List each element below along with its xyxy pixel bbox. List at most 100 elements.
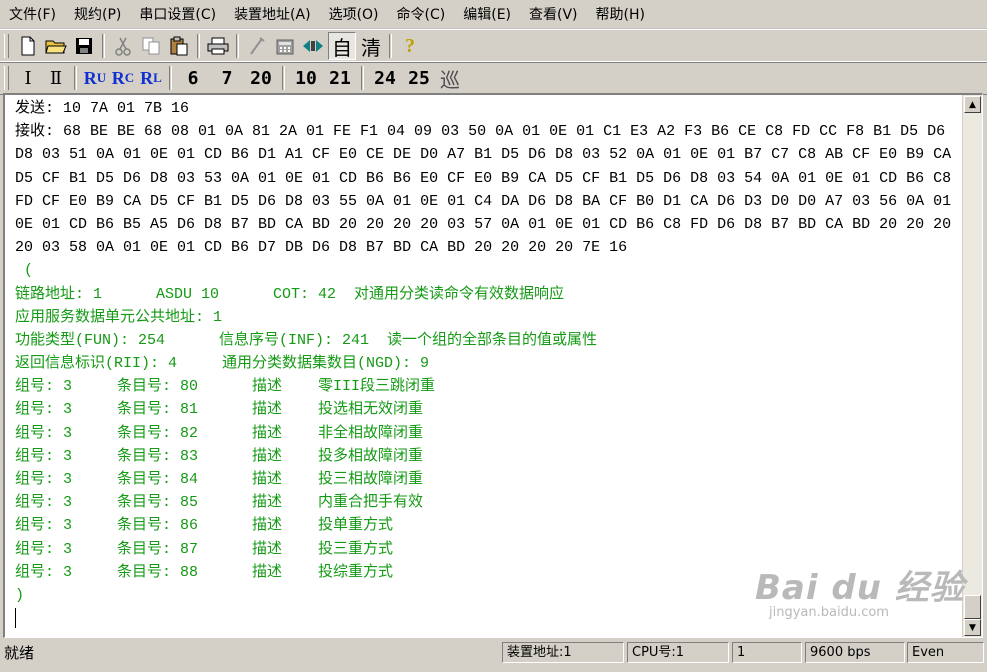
scroll-down-arrow[interactable]: ▼ bbox=[964, 619, 981, 636]
open-file-button[interactable] bbox=[43, 33, 69, 59]
rl-main: R bbox=[140, 67, 154, 88]
toolbar-separator bbox=[389, 34, 392, 58]
toolbar-separator bbox=[197, 34, 200, 58]
rl-sub: L bbox=[153, 70, 162, 85]
receive-line: 20 03 58 0A 01 0E 01 CD B6 D7 DB D6 D8 B… bbox=[15, 239, 628, 257]
main-toolbar: 自 清 ? bbox=[0, 29, 987, 63]
parsed-line: 应用服务数据单元公共地址: 1 bbox=[15, 308, 223, 326]
auto-button[interactable]: 自 bbox=[328, 32, 356, 60]
help-button[interactable]: ? bbox=[397, 33, 423, 59]
command-24-button[interactable]: 24 bbox=[369, 65, 401, 91]
menu-help[interactable]: 帮助(H) bbox=[587, 4, 654, 24]
command-toolbar: Ⅰ Ⅱ RU RC RL 6 7 20 10 21 24 25 巡 bbox=[0, 61, 987, 95]
command-6-button[interactable]: 6 bbox=[177, 65, 209, 91]
entry-line: 组号: 3 条目号: 84 描述 投三相故障闭重 bbox=[15, 471, 424, 488]
i-button[interactable]: Ⅰ bbox=[15, 65, 41, 91]
rc-button[interactable]: RC bbox=[110, 65, 136, 91]
toolbar-separator bbox=[236, 34, 239, 58]
copy-icon bbox=[142, 37, 160, 55]
cut-button[interactable] bbox=[110, 33, 136, 59]
receive-line: 接收: 68 BE BE 68 08 01 0A 81 2A 01 FE F1 … bbox=[15, 123, 946, 141]
patrol-icon: 巡 bbox=[440, 67, 460, 92]
ru-sub: U bbox=[96, 70, 107, 85]
entry-line: 组号: 3 条目号: 81 描述 投选相无效闭重 bbox=[15, 401, 424, 419]
command-10-button[interactable]: 10 bbox=[290, 65, 322, 91]
toolbar-separator bbox=[169, 66, 172, 90]
new-file-button[interactable] bbox=[15, 33, 41, 59]
text-caret bbox=[15, 608, 16, 629]
status-device-address: 装置地址:1 bbox=[502, 642, 624, 663]
status-ready: 就绪 bbox=[4, 644, 35, 662]
command-7-button[interactable]: 7 bbox=[211, 65, 243, 91]
tool-button[interactable] bbox=[244, 33, 270, 59]
command-21-button[interactable]: 21 bbox=[324, 65, 356, 91]
entry-line: 组号: 3 条目号: 80 描述 零III段三跳闭重 bbox=[15, 378, 436, 396]
menu-options[interactable]: 选项(O) bbox=[320, 4, 388, 24]
print-button[interactable] bbox=[205, 33, 231, 59]
ru-button[interactable]: RU bbox=[82, 65, 108, 91]
new-file-icon bbox=[21, 36, 35, 56]
connect-button[interactable] bbox=[300, 33, 326, 59]
ii-button[interactable]: Ⅱ bbox=[43, 65, 69, 91]
toolbar-separator bbox=[74, 66, 77, 90]
command-25-button[interactable]: 25 bbox=[403, 65, 435, 91]
log-content: 发送: 10 7A 01 7B 16 接收: 68 BE BE 68 08 01… bbox=[15, 97, 965, 630]
toolbar-grip[interactable] bbox=[4, 34, 9, 58]
parse-open-paren: ( bbox=[15, 262, 34, 280]
vertical-scrollbar[interactable]: ▲ ▼ bbox=[962, 95, 982, 637]
scroll-thumb[interactable] bbox=[964, 595, 981, 619]
toolbar-grip[interactable] bbox=[4, 66, 9, 90]
menu-command[interactable]: 命令(C) bbox=[388, 4, 455, 24]
help-icon: ? bbox=[405, 34, 415, 57]
entry-line: 组号: 3 条目号: 86 描述 投单重方式 bbox=[15, 517, 394, 535]
paste-button[interactable] bbox=[166, 33, 192, 59]
entry-line: 组号: 3 条目号: 87 描述 投三重方式 bbox=[15, 540, 394, 558]
menu-serial-settings[interactable]: 串口设置(C) bbox=[130, 4, 225, 24]
menu-file[interactable]: 文件(F) bbox=[0, 4, 65, 24]
status-cpu: CPU号:1 bbox=[627, 642, 729, 663]
toolbar-separator bbox=[361, 66, 364, 90]
menu-edit[interactable]: 编辑(E) bbox=[454, 4, 520, 24]
log-text-area[interactable]: 发送: 10 7A 01 7B 16 接收: 68 BE BE 68 08 01… bbox=[3, 93, 983, 638]
parsed-line: 返回信息标识(RII): 4 通用分类数据集数目(NGD): 9 bbox=[15, 355, 430, 373]
menu-protocol[interactable]: 规约(P) bbox=[65, 4, 130, 24]
receive-line: D5 CF B1 D5 D6 D8 03 53 0A 01 0E 01 CD B… bbox=[15, 169, 952, 187]
menu-view[interactable]: 查看(V) bbox=[520, 4, 587, 24]
command-20-button[interactable]: 20 bbox=[245, 65, 277, 91]
receive-line: D8 03 51 0A 01 0E 01 CD B6 D1 A1 CF E0 C… bbox=[15, 146, 952, 164]
toolbar-separator bbox=[102, 34, 105, 58]
connect-arrows-icon bbox=[303, 40, 323, 52]
scroll-up-arrow[interactable]: ▲ bbox=[964, 96, 981, 113]
parsed-line: 链路地址: 1 ASDU 10 COT: 42 对通用分类读命令有效数据响应 bbox=[15, 285, 565, 303]
entry-line: 组号: 3 条目号: 82 描述 非全相故障闭重 bbox=[15, 424, 424, 442]
ru-main: R bbox=[83, 67, 97, 88]
status-bar: 就绪 装置地址:1 CPU号:1 1 9600 bps Even bbox=[0, 640, 987, 672]
menu-device-address[interactable]: 装置地址(A) bbox=[225, 4, 320, 24]
receive-line: FD CF E0 B9 CA D5 CF B1 D5 D6 D8 03 55 0… bbox=[15, 192, 952, 210]
rl-button[interactable]: RL bbox=[138, 65, 164, 91]
send-line: 发送: 10 7A 01 7B 16 bbox=[15, 100, 190, 117]
parsed-line: 功能类型(FUN): 254 信息序号(INF): 241 读一个组的全部条目的… bbox=[15, 331, 598, 349]
copy-button[interactable] bbox=[138, 33, 164, 59]
clipboard-icon bbox=[170, 36, 188, 56]
baidu-jingyan-watermark: Bai du 经验 jingyan.baidu.com bbox=[755, 560, 965, 620]
toolbar-separator bbox=[282, 66, 285, 90]
receive-line: 0E 01 CD B6 B5 A5 D6 D8 B7 BD CA BD 20 2… bbox=[15, 215, 952, 233]
scissors-icon bbox=[115, 37, 131, 56]
status-channel: 1 bbox=[732, 642, 802, 663]
floppy-disk-icon bbox=[76, 38, 92, 54]
entry-line: 组号: 3 条目号: 85 描述 内重合把手有效 bbox=[15, 494, 424, 512]
calculator-button[interactable] bbox=[272, 33, 298, 59]
status-parity: Even bbox=[907, 642, 984, 663]
clear-button[interactable]: 清 bbox=[358, 33, 384, 60]
rc-sub: C bbox=[124, 70, 135, 85]
rc-main: R bbox=[111, 67, 125, 88]
save-button[interactable] bbox=[71, 33, 97, 59]
entry-line: 组号: 3 条目号: 83 描述 投多相故障闭重 bbox=[15, 447, 424, 465]
printer-icon bbox=[207, 37, 229, 55]
watermark-logo: Bai du 经验 bbox=[755, 568, 965, 608]
menu-bar: 文件(F) 规约(P) 串口设置(C) 装置地址(A) 选项(O) 命令(C) … bbox=[0, 0, 987, 29]
calculator-icon bbox=[276, 39, 294, 55]
open-folder-icon bbox=[45, 40, 67, 54]
patrol-button[interactable]: 巡 bbox=[437, 65, 463, 92]
